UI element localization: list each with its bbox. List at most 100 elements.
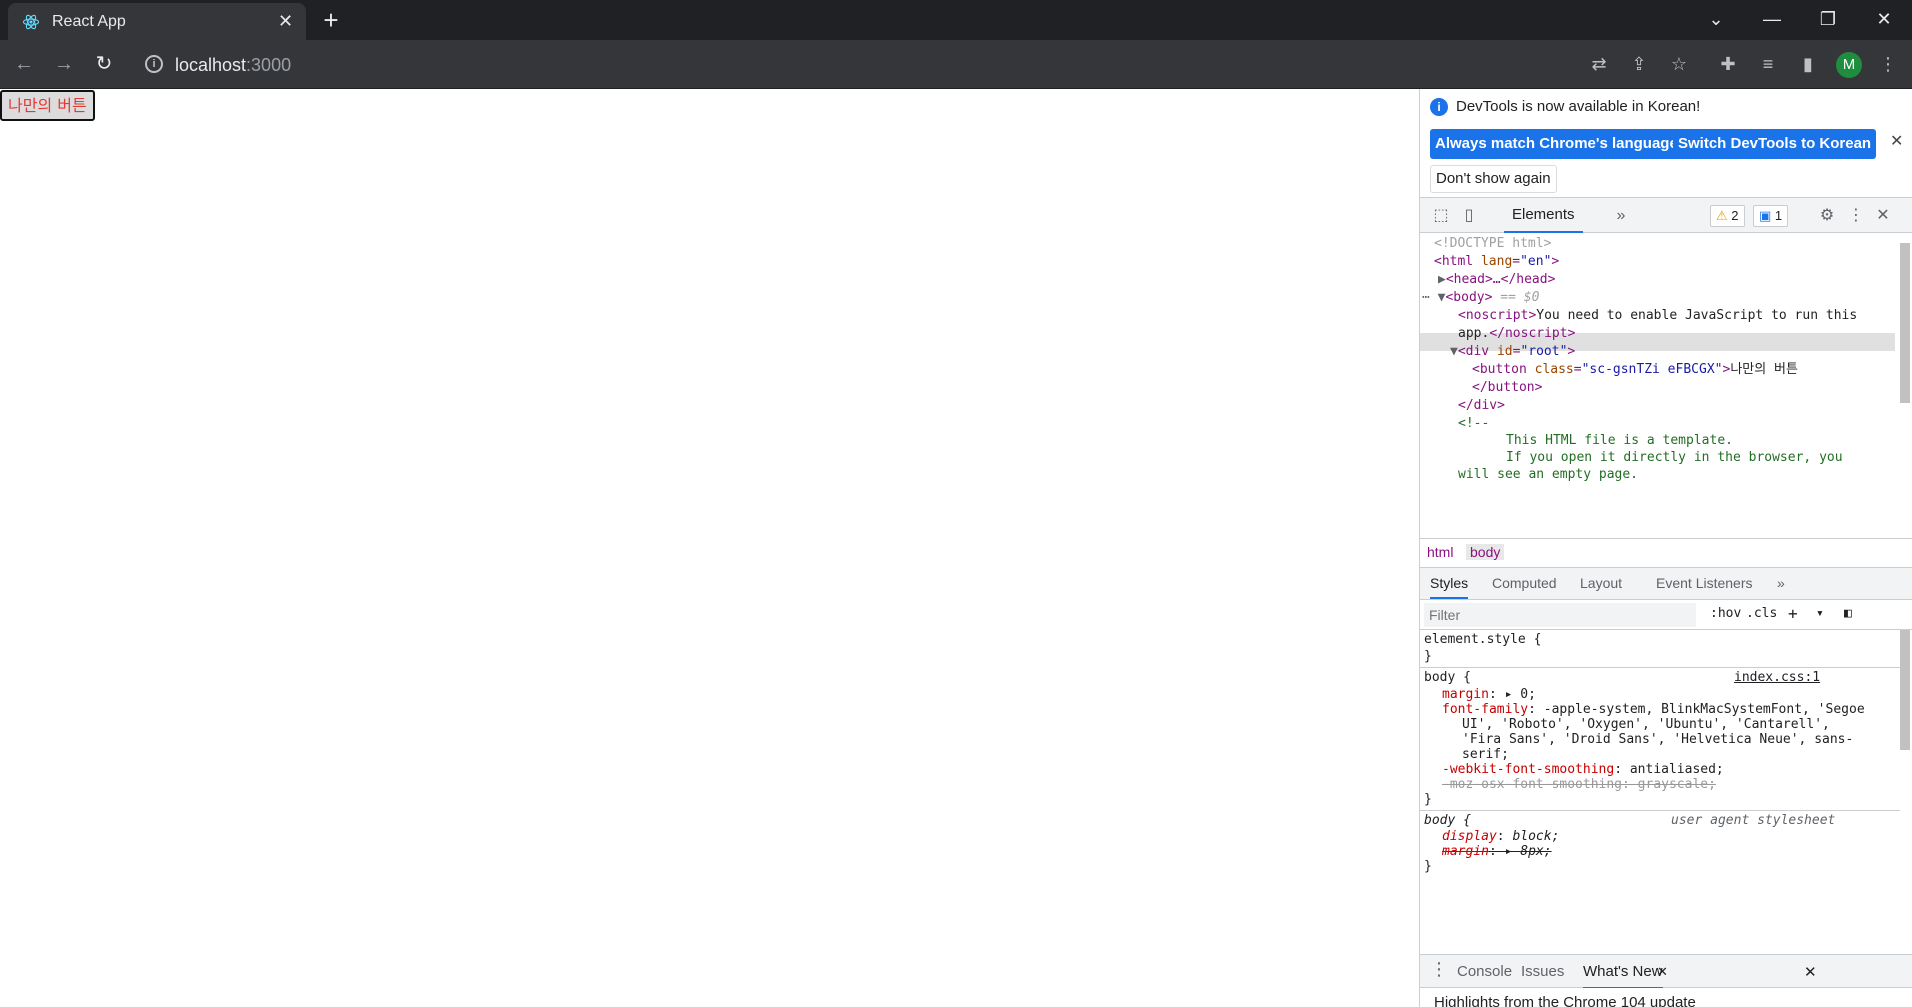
profile-avatar[interactable]: M [1836, 52, 1862, 78]
button-tag: <button [1472, 362, 1527, 377]
forward-icon[interactable]: → [48, 48, 80, 80]
infobar-close-icon[interactable]: ✕ [1890, 131, 1903, 151]
div-attr-value: "root" [1520, 344, 1568, 359]
new-rule-icon[interactable]: + [1788, 604, 1798, 623]
font-family-decl[interactable]: font-family: -apple-system, BlinkMacSyst… [1442, 702, 1865, 717]
breadcrumb-html[interactable]: html [1427, 544, 1453, 560]
extensions-icon[interactable]: ✚ [1716, 52, 1740, 76]
messages-badge[interactable]: ▣ 1 [1753, 205, 1789, 227]
noscript-line-2[interactable]: app.</noscript> [1458, 325, 1575, 343]
reload-icon[interactable]: ↻ [88, 48, 120, 80]
menu-kebab-icon[interactable]: ⋮ [1876, 52, 1900, 76]
comment-line[interactable]: <!-- [1458, 415, 1489, 433]
device-toolbar-icon[interactable]: ▯ [1458, 206, 1480, 228]
restore-button[interactable]: ❐ [1800, 0, 1856, 40]
drawer-menu-icon[interactable]: ⋮ [1430, 959, 1448, 980]
inspect-element-icon[interactable]: ⬚ [1430, 206, 1452, 228]
minimize-button[interactable]: — [1744, 0, 1800, 40]
more-actions-icon[interactable]: ⋯ [1422, 290, 1430, 305]
element-style-selector[interactable]: element.style { [1424, 632, 1541, 647]
body-line[interactable]: ⋯ ▼<body> == $0 [1422, 289, 1539, 307]
tab-whats-new[interactable]: What's New [1583, 963, 1663, 989]
more-tabs-icon[interactable]: » [1610, 206, 1632, 228]
sidebar-toggle-icon[interactable]: ◧ [1844, 606, 1852, 621]
bookmark-star-icon[interactable]: ☆ [1667, 52, 1691, 76]
font-family-cont-1: UI', 'Roboto', 'Oxygen', 'Ubuntu', 'Cant… [1462, 717, 1830, 732]
expand-arrow-icon[interactable]: ▶ [1438, 272, 1446, 287]
prop-name: margin [1442, 687, 1489, 702]
ua-rule-source: user agent stylesheet [1671, 813, 1835, 828]
button-close-line[interactable]: </button> [1472, 379, 1542, 397]
doctype: <!DOCTYPE html> [1434, 236, 1552, 251]
browser-tab[interactable]: React App ✕ [8, 3, 306, 40]
dom-scrollbar[interactable] [1900, 243, 1910, 403]
match-chrome-language-button[interactable]: Always match Chrome's language [1430, 129, 1683, 159]
div-close-line[interactable]: </div> [1458, 397, 1505, 415]
hov-toggle[interactable]: :hov [1710, 606, 1741, 621]
element-style-text: element.style { [1424, 632, 1542, 647]
head-line[interactable]: ▶<head>…</head> [1438, 271, 1555, 289]
rule-close: } [1424, 859, 1432, 874]
collapse-arrow-icon[interactable]: ▼ [1450, 344, 1458, 359]
ua-selector-text: body { [1424, 813, 1471, 828]
webkit-smoothing-decl[interactable]: -webkit-font-smoothing: antialiased; [1442, 762, 1724, 777]
custom-button[interactable]: 나만의 버튼 [0, 90, 95, 121]
breadcrumb-body[interactable]: body [1466, 544, 1505, 560]
ua-rule-selector[interactable]: body { [1424, 813, 1471, 828]
drawer-close-icon[interactable]: ✕ [1804, 963, 1817, 981]
back-icon[interactable]: ← [8, 48, 40, 80]
devtools-menu-icon[interactable]: ⋮ [1845, 206, 1867, 228]
button-attr-value: "sc-gsnTZi eFBCGX" [1581, 362, 1723, 377]
cls-toggle[interactable]: .cls [1746, 606, 1777, 621]
div-root-line[interactable]: ▼<div id="root"> [1450, 343, 1575, 361]
devtools-close-icon[interactable]: ✕ [1872, 206, 1894, 228]
tab-styles[interactable]: Styles [1430, 575, 1469, 599]
more-tabs-icon[interactable]: » [1777, 575, 1785, 591]
dont-show-again-button[interactable]: Don't show again [1430, 165, 1557, 193]
settings-gear-icon[interactable]: ⚙ [1816, 206, 1838, 228]
tab-issues[interactable]: Issues [1521, 963, 1564, 980]
switch-to-korean-button[interactable]: Switch DevTools to Korean [1673, 129, 1877, 159]
font-family-cont-2: 'Fira Sans', 'Droid Sans', 'Helvetica Ne… [1462, 732, 1853, 747]
doctype-line[interactable]: <!DOCTYPE html> [1434, 235, 1551, 253]
warnings-badge[interactable]: ⚠ 2 [1710, 205, 1745, 227]
share-icon[interactable]: ⇪ [1627, 52, 1651, 76]
tab-console[interactable]: Console [1457, 963, 1512, 980]
filter-input[interactable] [1424, 603, 1696, 627]
margin-decl[interactable]: margin: ▸ 0; [1442, 687, 1536, 702]
tab-search-icon[interactable]: ⌄ [1688, 0, 1744, 40]
close-tab-icon[interactable]: ✕ [1657, 964, 1668, 980]
ua-margin-decl[interactable]: margin: ▸ 8px; [1442, 844, 1552, 859]
paint-icon[interactable]: ▾ [1816, 606, 1824, 621]
button-line[interactable]: <button class="sc-gsnTZi eFBCGX">나만의 버튼 [1472, 361, 1798, 379]
moz-smoothing-decl[interactable]: -moz-osx-font-smoothing: grayscale; [1442, 777, 1716, 792]
tab-layout[interactable]: Layout [1580, 575, 1622, 591]
comment-line-1[interactable]: This HTML file is a template. [1506, 432, 1733, 450]
comment-line-2[interactable]: If you open it directly in the browser, … [1506, 449, 1843, 467]
tab-computed[interactable]: Computed [1492, 575, 1557, 591]
drawer-tabs: ⋮ Console Issues What's New ✕ ✕ [1420, 954, 1912, 989]
side-panel-icon[interactable]: ▮ [1796, 52, 1820, 76]
styles-rules: element.style { } body { index.css:1 mar… [1420, 630, 1912, 950]
display-decl[interactable]: display: block; [1442, 829, 1559, 844]
whats-new-heading: Highlights from the Chrome 104 update [1434, 994, 1696, 1007]
html-line[interactable]: <html lang="en"> [1434, 253, 1559, 271]
info-icon: i [1430, 98, 1448, 116]
tab-event-listeners[interactable]: Event Listeners [1656, 575, 1753, 591]
noscript-line[interactable]: <noscript>You need to enable JavaScript … [1458, 307, 1857, 325]
url-text[interactable]: localhost:3000 [175, 55, 291, 76]
media-queue-icon[interactable]: ≡ [1756, 52, 1780, 76]
tab-elements[interactable]: Elements [1504, 198, 1583, 233]
new-tab-button[interactable]: + [316, 6, 346, 36]
site-info-icon[interactable]: i [145, 55, 163, 73]
comment-line-3[interactable]: will see an empty page. [1458, 466, 1638, 484]
translate-icon[interactable]: ⇄ [1587, 52, 1611, 76]
html-tag: <html [1434, 254, 1474, 269]
browser-toolbar: ← → ↻ i localhost:3000 ⇄ ⇪ ☆ ✚ ≡ ▮ M ⋮ [0, 40, 1912, 89]
close-tab-icon[interactable]: ✕ [278, 11, 293, 32]
window-close-button[interactable]: ✕ [1856, 0, 1912, 40]
body-rule-source[interactable]: index.css:1 [1734, 670, 1820, 685]
styles-scrollbar[interactable] [1900, 630, 1910, 750]
button-attr: class [1534, 362, 1574, 377]
body-rule-selector[interactable]: body { [1424, 670, 1471, 685]
